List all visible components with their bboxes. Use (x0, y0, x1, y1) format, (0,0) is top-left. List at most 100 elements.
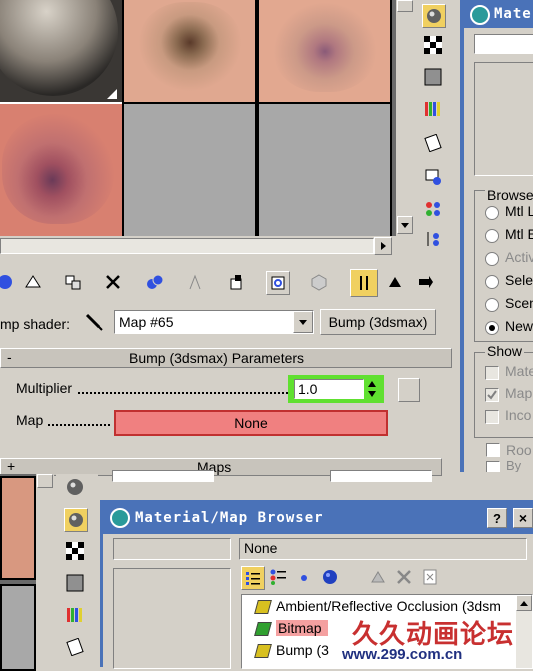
put-to-scene-icon[interactable] (22, 271, 44, 293)
show-option[interactable]: Map (485, 385, 533, 403)
video-color-check-icon[interactable] (64, 604, 86, 626)
material-effects-channel-icon[interactable] (226, 271, 248, 293)
browser-title: Material/Map Browser (135, 510, 324, 526)
browse-option[interactable]: Activ (485, 249, 533, 267)
scroll-up-arrow-icon[interactable] (516, 595, 532, 611)
sample-slot-2[interactable] (122, 0, 257, 104)
map-name-value: Map #65 (119, 314, 174, 330)
sample-uv-tiling-icon[interactable] (64, 572, 86, 594)
sample-type-sphere-icon[interactable] (422, 4, 446, 28)
checkbox-icon[interactable] (485, 410, 499, 424)
spinner-arrows-icon[interactable] (366, 379, 378, 399)
reset-delete-icon[interactable] (102, 271, 124, 293)
material-navigator-icon[interactable] (422, 228, 444, 250)
browse-option[interactable]: Mtl E (485, 226, 533, 244)
by-object-option[interactable]: By (486, 460, 533, 472)
browse-option[interactable]: Mtl L (485, 203, 533, 221)
select-by-material-icon[interactable] (422, 198, 444, 220)
second-editor-side-toolbar (56, 474, 98, 667)
get-material-icon[interactable] (0, 271, 16, 293)
slots-vertical-scrollbar[interactable] (396, 0, 414, 236)
browser-top-preview (474, 62, 533, 176)
slot-corner-marker (107, 89, 117, 99)
sphere-preview (0, 0, 118, 96)
hidden-field-right (330, 470, 432, 482)
background-checker-icon[interactable] (422, 34, 444, 56)
show-end-result-icon[interactable] (308, 271, 330, 293)
put-to-library-icon[interactable] (184, 271, 206, 293)
view-list-icon[interactable] (241, 566, 265, 590)
side-toolbar (418, 0, 458, 256)
sample-slot-1[interactable] (0, 0, 124, 104)
browser-top-search[interactable] (474, 34, 533, 54)
show-option[interactable]: Inco (485, 407, 533, 425)
backlight-active-icon[interactable] (64, 508, 88, 532)
sample-slots-area (0, 0, 400, 238)
browse-group-label: Browse (485, 187, 533, 203)
browse-option[interactable]: New (485, 318, 533, 336)
show-option[interactable]: Mate (485, 363, 533, 381)
show-group-label: Show (485, 343, 525, 359)
backlight-icon[interactable] (422, 66, 444, 88)
map-type-button[interactable]: Bump (3dsmax) (320, 309, 436, 335)
browse-option[interactable]: Scen (485, 295, 533, 313)
multiplier-input[interactable]: 1.0 (294, 379, 364, 399)
radio-icon[interactable] (485, 229, 499, 243)
map-none-button[interactable]: None (114, 410, 388, 436)
sample-type-sphere-icon[interactable] (64, 476, 86, 498)
view-list-icons-icon[interactable] (267, 566, 289, 588)
browser-current-field: None (239, 538, 527, 560)
sample-slot-3[interactable] (257, 0, 392, 104)
sample-slot-gray[interactable] (0, 584, 36, 671)
assign-to-selection-icon[interactable] (62, 271, 84, 293)
options-icon[interactable] (422, 166, 444, 188)
scroll-right-arrow-icon[interactable] (374, 237, 392, 255)
material-editor-toolbar (0, 264, 440, 300)
sample-slot-5[interactable] (122, 102, 257, 238)
slots-horizontal-scrollbar[interactable] (0, 236, 393, 256)
sample-slot-face[interactable] (0, 476, 36, 580)
make-unique-icon[interactable] (144, 271, 166, 293)
radio-icon[interactable] (485, 321, 499, 335)
pick-material-from-object-icon[interactable] (414, 271, 436, 293)
radio-icon[interactable] (485, 275, 499, 289)
update-scene-materials-icon[interactable] (367, 566, 389, 588)
browse-option[interactable]: Sele (485, 272, 533, 290)
sample-slot-4-active[interactable] (0, 102, 124, 238)
scroll-down-arrow-icon[interactable] (397, 216, 413, 234)
map-name-dropdown[interactable]: Map #65 (114, 310, 314, 334)
second-editor-scrollbar[interactable] (36, 474, 54, 667)
make-preview-icon[interactable] (64, 636, 86, 658)
make-preview-icon[interactable] (422, 132, 444, 154)
multiplier-spinner[interactable]: 1.0 (288, 375, 384, 403)
second-editor-slots (0, 474, 36, 671)
parameters-rollout-header[interactable]: - Bump (3dsmax) Parameters (0, 348, 452, 368)
video-color-check-icon[interactable] (422, 98, 444, 120)
go-to-parent-icon[interactable] (350, 269, 378, 297)
pick-eyedropper-icon[interactable] (84, 312, 104, 332)
go-forward-to-sibling-icon[interactable] (384, 271, 406, 293)
map-slot-button[interactable] (398, 378, 420, 402)
maps-rollout-toggle[interactable]: + (7, 459, 15, 474)
clear-library-icon[interactable] (419, 566, 441, 588)
background-checker-icon[interactable] (64, 540, 86, 562)
root-only-option[interactable]: Roo (486, 442, 533, 458)
browser-search-input[interactable] (113, 538, 231, 560)
checkbox-icon[interactable] (485, 388, 499, 402)
checkbox-icon[interactable] (485, 366, 499, 380)
sample-slot-6[interactable] (257, 102, 392, 238)
radio-icon[interactable] (485, 206, 499, 220)
rollout-collapse-toggle[interactable]: - (7, 349, 12, 365)
face-texture-preview (138, 2, 242, 92)
radio-icon[interactable] (485, 298, 499, 312)
close-button[interactable]: × (513, 508, 533, 528)
delete-from-library-icon[interactable] (393, 566, 415, 588)
show-map-in-viewport-icon[interactable] (266, 271, 290, 295)
view-large-icons-icon[interactable] (319, 566, 341, 588)
chevron-down-icon[interactable] (293, 311, 313, 333)
browse-option-label: Sele (505, 272, 533, 288)
hidden-field-left (112, 470, 214, 482)
radio-icon[interactable] (485, 252, 499, 266)
view-small-icons-icon[interactable] (293, 566, 315, 588)
help-button[interactable]: ? (487, 508, 507, 528)
